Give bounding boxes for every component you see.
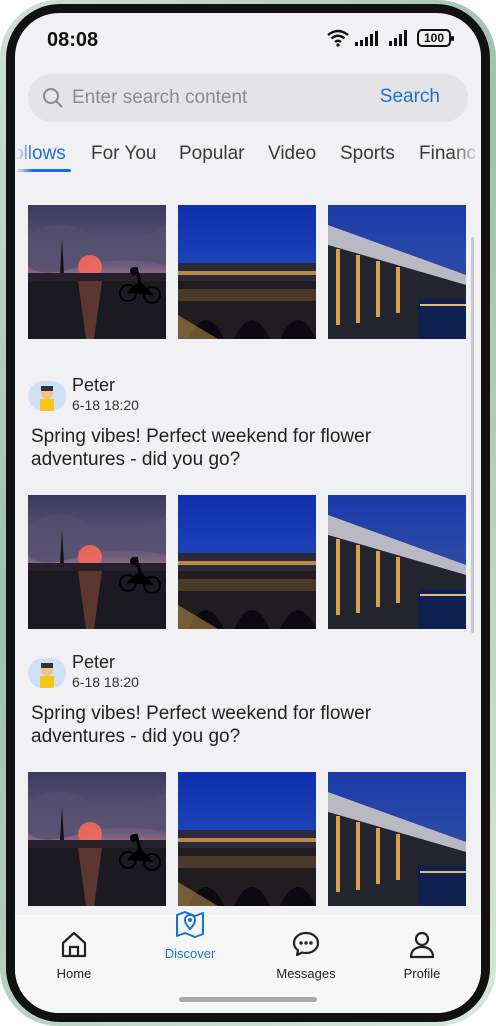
search-button[interactable]: Search <box>380 86 440 108</box>
tabs-fade-left <box>15 139 33 175</box>
post-image[interactable] <box>328 205 466 339</box>
post-image[interactable] <box>28 772 166 906</box>
post-image-grid <box>28 495 468 629</box>
screen: 08:08 100 Enter search content Search ol… <box>15 13 481 1013</box>
cellular-signal-2-icon <box>389 30 407 46</box>
post-image[interactable] <box>328 772 466 906</box>
nav-profile-label: Profile <box>403 966 441 981</box>
search-input[interactable]: Enter search content <box>72 87 247 109</box>
search-icon <box>43 88 63 108</box>
post-image[interactable] <box>178 772 316 906</box>
post-author[interactable]: Peter <box>72 652 115 673</box>
battery-level: 100 <box>423 31 445 45</box>
nav-profile[interactable]: Profile <box>377 929 467 981</box>
status-bar: 08:08 100 <box>15 13 481 69</box>
post-image[interactable] <box>178 495 316 629</box>
status-time: 08:08 <box>47 29 99 51</box>
scrollbar[interactable] <box>471 237 474 633</box>
chat-icon <box>292 931 320 957</box>
feed[interactable]: Peter 6-18 18:20 Spring vibes! Perfect w… <box>15 175 481 915</box>
avatar[interactable] <box>28 381 66 411</box>
nav-discover-label: Discover <box>164 946 216 961</box>
nav-home[interactable]: Home <box>29 929 119 981</box>
status-icons: 100 <box>327 29 454 47</box>
wifi-icon <box>327 29 349 47</box>
tab-for-you[interactable]: For You <box>91 143 157 165</box>
post-header: Peter 6-18 18:20 <box>28 652 468 694</box>
tabs-fade-right <box>451 139 481 175</box>
search-bar[interactable]: Enter search content Search <box>28 74 468 122</box>
post-image-grid <box>28 205 468 339</box>
nav-messages-label: Messages <box>276 966 336 981</box>
home-indicator[interactable] <box>179 997 317 1002</box>
person-icon <box>409 931 435 959</box>
cellular-signal-icon <box>355 31 378 46</box>
nav-messages[interactable]: Messages <box>261 929 351 981</box>
post-header: Peter 6-18 18:20 <box>28 375 468 417</box>
nav-home-label: Home <box>56 966 92 981</box>
post-image[interactable] <box>178 205 316 339</box>
post-text[interactable]: Spring vibes! Perfect weekend for flower… <box>31 425 451 471</box>
post-image[interactable] <box>328 495 466 629</box>
post-image[interactable] <box>28 495 166 629</box>
post-image[interactable] <box>28 205 166 339</box>
battery-icon: 100 <box>417 29 454 47</box>
tab-popular[interactable]: Popular <box>179 143 245 165</box>
post-author[interactable]: Peter <box>72 375 115 396</box>
map-icon <box>176 911 204 938</box>
home-icon <box>61 931 87 958</box>
avatar[interactable] <box>28 658 66 688</box>
post-time: 6-18 18:20 <box>72 397 139 413</box>
category-tabs: ollows For You Popular Video Sports Fina… <box>15 139 481 175</box>
post-image-grid <box>28 772 468 906</box>
tab-video[interactable]: Video <box>268 143 316 165</box>
nav-discover[interactable]: Discover <box>145 907 235 961</box>
post-time: 6-18 18:20 <box>72 674 139 690</box>
post-text[interactable]: Spring vibes! Perfect weekend for flower… <box>31 702 451 748</box>
tab-sports[interactable]: Sports <box>340 143 395 165</box>
